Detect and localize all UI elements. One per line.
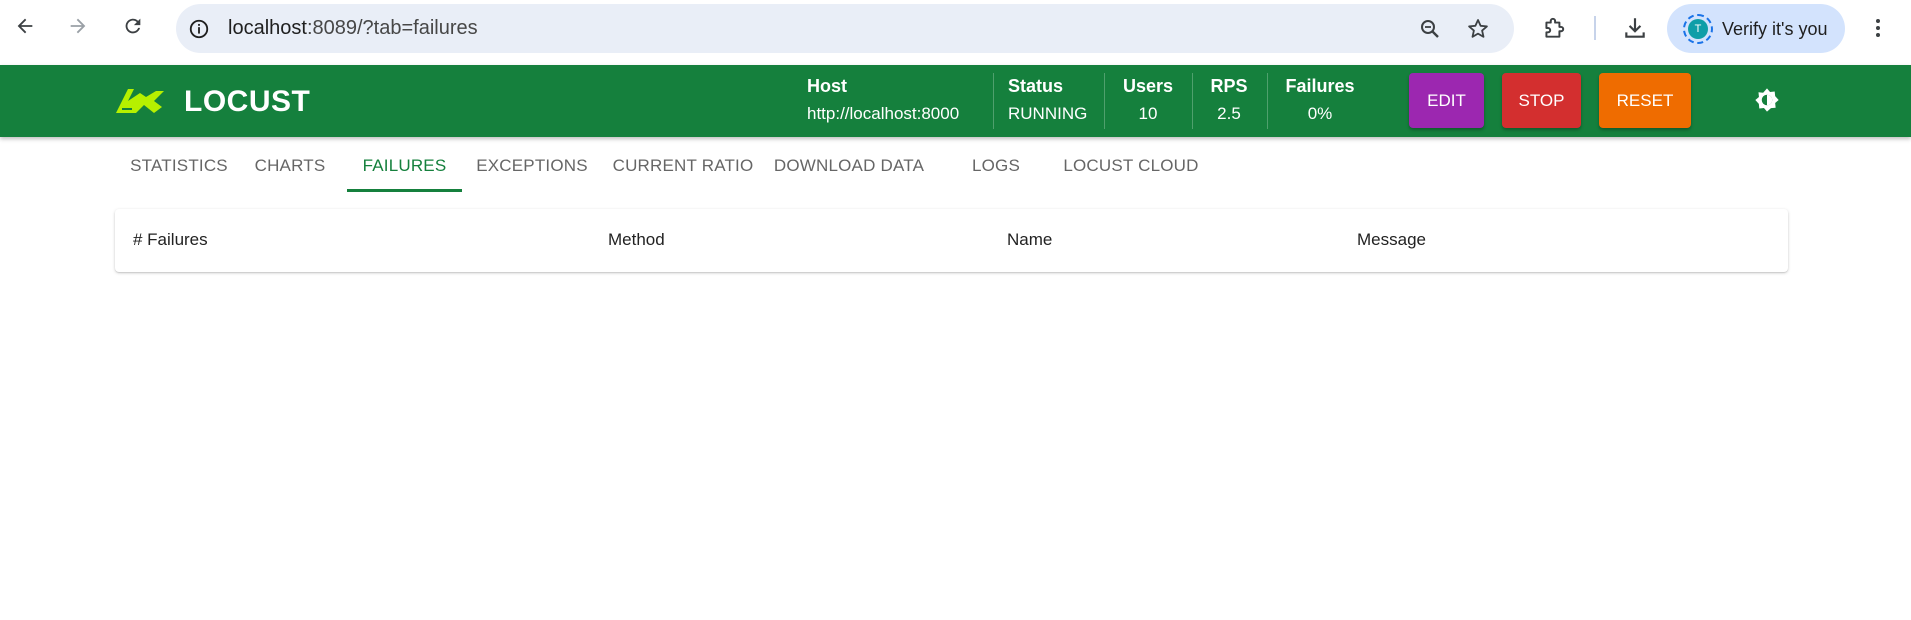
stat-status: Status RUNNING [1008,75,1087,125]
stat-status-label: Status [1008,76,1064,96]
stat-users-label: Users [1122,76,1174,96]
logo-text: LOCUST [184,84,311,118]
url-host: localhost [228,17,307,39]
stat-users-value: 10 [1138,104,1158,123]
kebab-menu-icon[interactable] [1862,12,1894,44]
stat-divider [1104,73,1105,129]
reload-button[interactable] [117,12,149,44]
zoom-icon[interactable] [1417,16,1443,42]
reset-button[interactable]: RESET [1599,73,1691,128]
column-header-method[interactable]: Method [608,230,665,250]
stat-rps: RPS 2.5 [1204,75,1254,125]
stat-divider [1267,73,1268,129]
tab-download-data[interactable]: DOWNLOAD DATA [764,140,934,192]
puzzle-icon[interactable] [1538,12,1570,44]
column-header-name[interactable]: Name [1007,230,1052,250]
info-icon[interactable] [186,16,212,42]
stat-divider [1192,73,1193,129]
stat-host-value: http://localhost:8000 [807,104,960,123]
toolbar-divider [1594,16,1596,40]
stat-host: Host http://localhost:8000 [807,75,959,125]
brightness-icon [1753,86,1781,119]
browser-toolbar: localhost:8089/?tab=failures T Verify it… [0,0,1911,56]
url-text[interactable]: localhost:8089/?tab=failures [228,17,478,40]
stat-rps-value: 2.5 [1217,104,1241,123]
back-button[interactable] [9,12,41,44]
tab-locust-cloud[interactable]: LOCUST CLOUD [1052,140,1210,192]
arrow-back-icon [14,15,36,42]
stat-users: Users 10 [1118,75,1178,125]
stat-failures-value: 0% [1307,104,1333,123]
tab-bar: STATISTICS CHARTS FAILURES EXCEPTIONS CU… [114,140,1814,192]
tab-failures[interactable]: FAILURES [347,140,462,192]
stat-status-value: RUNNING [1008,104,1088,123]
theme-toggle-button[interactable] [1752,87,1782,117]
stat-rps-label: RPS [1210,76,1248,96]
tab-exceptions[interactable]: EXCEPTIONS [464,140,600,192]
avatar-initial: T [1688,19,1708,39]
stat-failures-label: Failures [1285,76,1355,96]
locust-logo[interactable]: LOCUST [114,83,310,120]
arrow-forward-icon [67,15,89,42]
tab-current-ratio[interactable]: CURRENT RATIO [604,140,762,192]
download-icon[interactable] [1619,12,1651,44]
reload-icon [122,15,144,42]
star-icon[interactable] [1465,16,1491,42]
stat-divider [993,73,994,129]
edit-button[interactable]: EDIT [1409,73,1484,128]
url-path: :8089/?tab=failures [306,17,478,39]
locust-logo-icon [114,83,174,120]
stop-button[interactable]: STOP [1502,73,1581,128]
active-tab-indicator [347,189,462,192]
column-header-failures[interactable]: # Failures [133,230,208,250]
profile-button[interactable]: T Verify it's you [1667,4,1845,53]
address-bar[interactable]: localhost:8089/?tab=failures [176,4,1514,53]
tab-logs[interactable]: LOGS [954,140,1038,192]
forward-button[interactable] [62,12,94,44]
profile-label: Verify it's you [1722,19,1828,39]
app-header: LOCUST Host http://localhost:8000 Status… [0,65,1911,137]
column-header-message[interactable]: Message [1357,230,1426,250]
stat-failures: Failures 0% [1281,75,1359,125]
stat-host-label: Host [807,76,847,96]
tab-statistics[interactable]: STATISTICS [114,140,244,192]
failures-table: # Failures Method Name Message [115,209,1788,272]
tab-charts[interactable]: CHARTS [244,140,336,192]
avatar: T [1683,14,1713,44]
